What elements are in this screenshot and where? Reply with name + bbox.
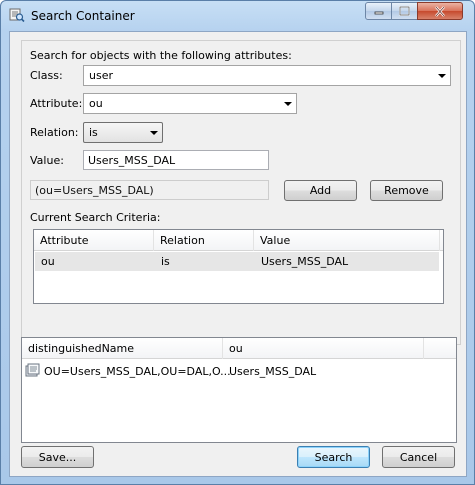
close-icon	[435, 5, 445, 17]
attribute-label: Attribute:	[30, 97, 83, 110]
column-header-value[interactable]: Value	[254, 230, 440, 251]
search-container-icon	[9, 8, 25, 23]
title-bar[interactable]: Search Container	[1, 1, 474, 29]
results-list-header: distinguishedName ou	[22, 338, 456, 359]
criteria-heading: Search for objects with the following at…	[30, 49, 292, 62]
add-button[interactable]: Add	[284, 180, 357, 201]
chevron-down-icon	[284, 102, 292, 106]
column-header-attribute[interactable]: Attribute	[34, 230, 154, 251]
save-button[interactable]: Save...	[21, 446, 94, 468]
cancel-button[interactable]: Cancel	[382, 446, 455, 468]
search-container-window: Search Container Search for objects with…	[0, 0, 475, 485]
criteria-list[interactable]: Attribute Relation Value ou is Users_MSS…	[33, 229, 444, 304]
relation-label: Relation:	[30, 126, 79, 139]
result-dn-cell: OU=Users_MSS_DAL,OU=DAL,O...	[44, 365, 231, 378]
class-combobox[interactable]: user	[83, 65, 451, 86]
column-header-distinguishedname[interactable]: distinguishedName	[22, 338, 223, 359]
column-header-relation[interactable]: Relation	[154, 230, 254, 251]
results-list[interactable]: distinguishedName ou OU=Users_MSS_DAL,OU…	[21, 337, 457, 443]
filter-preview-field: (ou=Users_MSS_DAL)	[30, 180, 269, 200]
criteria-attribute-cell: ou	[41, 255, 55, 268]
search-button[interactable]: Search	[297, 446, 370, 468]
relation-combobox[interactable]: is	[83, 122, 163, 143]
value-text: Users_MSS_DAL	[88, 154, 176, 167]
attribute-combobox[interactable]: ou	[83, 93, 297, 114]
maximize-button[interactable]	[391, 2, 418, 20]
dialog-body: Search for objects with the following at…	[9, 31, 467, 477]
container-icon	[25, 363, 40, 377]
result-ou-cell: Users_MSS_DAL	[229, 365, 317, 378]
remove-button[interactable]: Remove	[370, 180, 443, 201]
chevron-down-icon	[438, 74, 446, 78]
current-criteria-label: Current Search Criteria:	[30, 211, 161, 224]
search-criteria-panel: Search for objects with the following at…	[21, 40, 461, 345]
class-label: Class:	[30, 69, 63, 82]
value-field[interactable]: Users_MSS_DAL	[83, 150, 269, 170]
criteria-list-header: Attribute Relation Value	[34, 230, 443, 251]
criteria-relation-cell: is	[161, 255, 170, 268]
table-row[interactable]: ou is Users_MSS_DAL	[35, 252, 439, 271]
attribute-value: ou	[89, 97, 103, 110]
window-title: Search Container	[31, 9, 135, 23]
class-value: user	[89, 69, 113, 82]
minimize-button[interactable]	[365, 2, 392, 20]
value-label: Value:	[30, 154, 64, 167]
relation-value: is	[89, 126, 98, 139]
criteria-value-cell: Users_MSS_DAL	[261, 255, 349, 268]
list-item[interactable]: OU=Users_MSS_DAL,OU=DAL,O... Users_MSS_D…	[23, 362, 443, 381]
maximize-icon	[399, 6, 410, 16]
chevron-down-icon	[150, 131, 158, 135]
filter-preview-text: (ou=Users_MSS_DAL)	[35, 184, 154, 197]
column-header-ou[interactable]: ou	[223, 338, 424, 359]
close-button[interactable]	[417, 2, 463, 20]
minimize-icon	[374, 11, 383, 15]
